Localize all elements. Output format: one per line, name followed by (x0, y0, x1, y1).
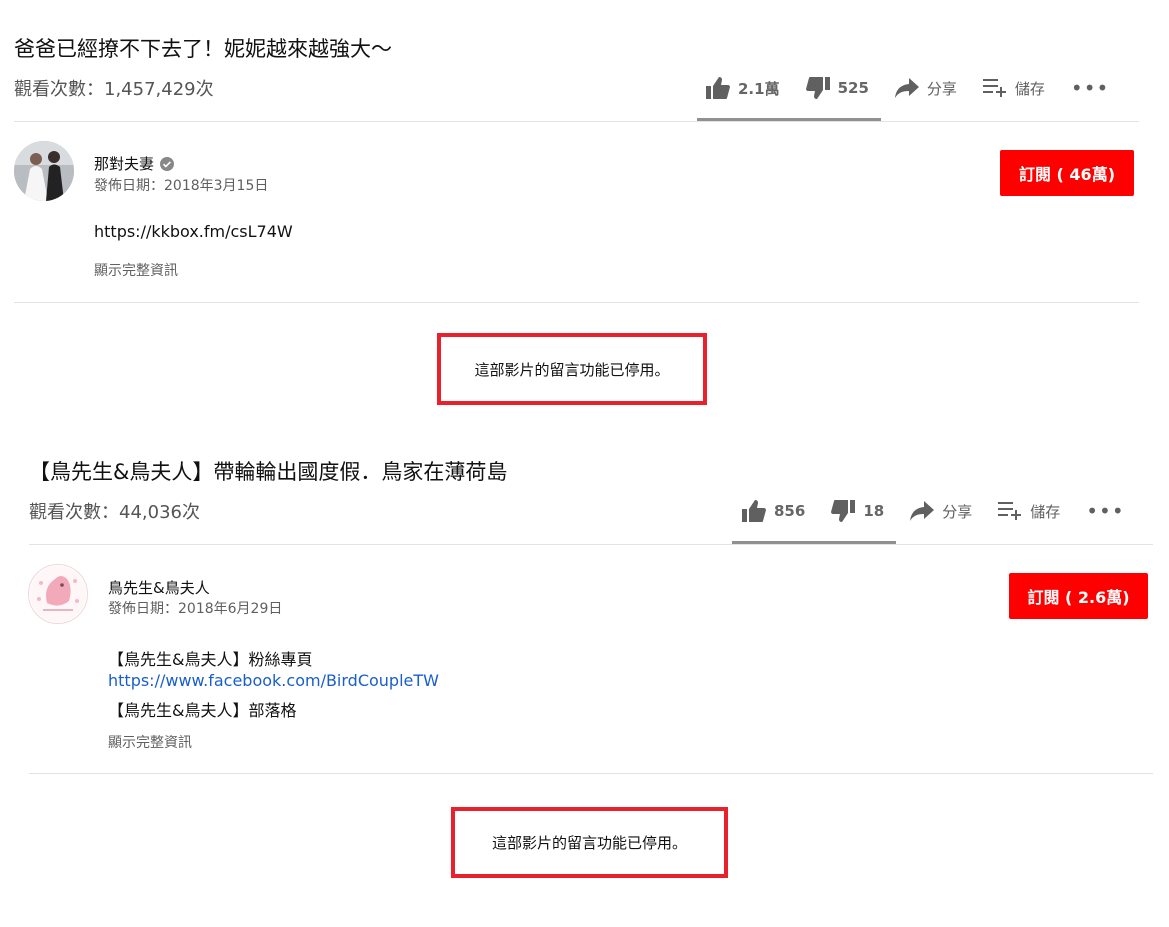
channel-name[interactable]: 那對夫妻 (94, 153, 175, 174)
subscribe-button[interactable]: 訂閱 ( 46萬) (1000, 150, 1134, 196)
action-bar: 2.1萬 525 分享 儲存 ••• (706, 71, 1135, 105)
show-more-link[interactable]: 顯示完整資訊 (94, 260, 178, 280)
dislike-button[interactable]: 525 (805, 77, 869, 99)
publish-date: 發佈日期：2018年3月15日 (94, 178, 269, 194)
comments-disabled-text: 這部影片的留言功能已停用。 (491, 834, 687, 852)
share-arrow-icon (910, 501, 935, 521)
share-label: 分享 (926, 79, 957, 98)
divider (14, 121, 1139, 122)
channel-name-text: 那對夫妻 (94, 155, 155, 173)
channel-avatar[interactable] (14, 141, 74, 201)
description-line: 【鳥先生&鳥夫人】部落格 (108, 701, 297, 720)
dislike-count: 18 (863, 502, 885, 520)
share-arrow-icon (894, 78, 919, 98)
divider (29, 544, 1153, 545)
more-actions-button[interactable]: ••• (1086, 499, 1124, 523)
subscribe-button[interactable]: 訂閱 ( 2.6萬) (1009, 573, 1148, 619)
dislike-button[interactable]: 18 (831, 500, 884, 522)
more-icon: ••• (1070, 76, 1110, 100)
view-count: 觀看次數：1,457,429次 (14, 79, 214, 100)
thumbs-up-icon (742, 500, 766, 522)
comments-disabled-notice: 這部影片的留言功能已停用。 (451, 807, 728, 878)
divider (14, 302, 1139, 303)
thumbs-down-icon (831, 500, 856, 522)
like-count: 856 (774, 502, 806, 520)
video-info-2: 【鳥先生&鳥夫人】帶輪輪出國度假．鳥家在薄荷島 觀看次數：44,036次 856… (0, 420, 1169, 927)
verified-badge-icon (160, 156, 175, 171)
share-button[interactable]: 分享 (910, 501, 972, 522)
thumbs-up-icon (706, 77, 730, 99)
more-icon: ••• (1086, 499, 1125, 523)
comments-disabled-notice: 這部影片的留言功能已停用。 (437, 333, 707, 405)
save-button[interactable]: 儲存 (982, 78, 1045, 99)
share-label: 分享 (942, 502, 973, 521)
action-bar: 856 18 分享 儲存 ••• (742, 494, 1151, 528)
comments-disabled-text: 這部影片的留言功能已停用。 (474, 360, 670, 379)
video-title: 爸爸已經撩不下去了！妮妮越來越強大～ (14, 37, 392, 61)
more-actions-button[interactable]: ••• (1071, 76, 1109, 100)
share-button[interactable]: 分享 (894, 78, 957, 99)
like-button[interactable]: 2.1萬 (706, 77, 780, 99)
channel-name-text: 鳥先生&鳥夫人 (108, 579, 210, 597)
dislike-count: 525 (837, 79, 869, 97)
publish-date: 發佈日期：2018年6月29日 (108, 601, 283, 617)
like-button[interactable]: 856 (742, 500, 805, 522)
channel-avatar[interactable] (28, 564, 88, 624)
show-more-link[interactable]: 顯示完整資訊 (108, 732, 192, 752)
save-label: 儲存 (1014, 79, 1045, 98)
channel-name[interactable]: 鳥先生&鳥夫人 (108, 577, 210, 598)
divider (29, 773, 1153, 774)
description-line: 【鳥先生&鳥夫人】粉絲專頁 (108, 650, 313, 669)
view-count: 觀看次數：44,036次 (29, 502, 200, 523)
video-info-1: 爸爸已經撩不下去了！妮妮越來越強大～ 觀看次數：1,457,429次 2.1萬 … (0, 0, 1169, 420)
save-label: 儲存 (1030, 502, 1061, 521)
playlist-add-icon (982, 79, 1006, 97)
playlist-add-icon (998, 502, 1022, 520)
video-title: 【鳥先生&鳥夫人】帶輪輪出國度假．鳥家在薄荷島 (29, 460, 508, 484)
description-link[interactable]: https://kkbox.fm/csL74W (94, 222, 293, 241)
description-link[interactable]: https://www.facebook.com/BirdCoupleTW (108, 671, 439, 690)
thumbs-down-icon (805, 77, 830, 99)
like-count: 2.1萬 (738, 79, 780, 98)
save-button[interactable]: 儲存 (998, 501, 1060, 522)
